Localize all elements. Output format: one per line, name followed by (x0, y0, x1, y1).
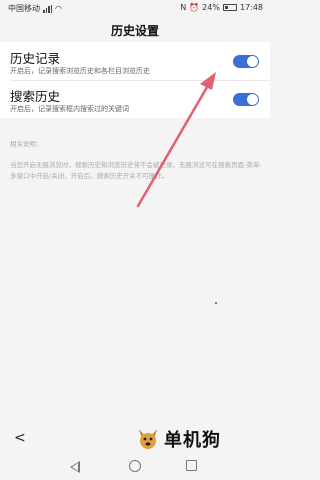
carrier-label: 中国移动 (8, 4, 40, 13)
history-toggle[interactable] (233, 55, 259, 68)
bottom-toolbar: < 单机狗 (0, 420, 270, 454)
nav-recent-apps-icon[interactable] (186, 460, 197, 471)
notes-section: 相关说明： 当您开启无痕浏览时，搜索历史和浏览历史将不会被记录。无痕浏览可在搜索… (10, 118, 265, 182)
setting-description: 开启后，记录搜索框内搜索过的关键词 (10, 105, 129, 113)
brand-text: 单机狗 (164, 430, 221, 451)
setting-description: 开启后，记录搜索浏览历史和各栏目浏览历史 (10, 67, 150, 75)
app-bar: 历史设置 (0, 16, 270, 44)
setting-row-search-history[interactable]: 搜索历史 开启后，记录搜索框内搜索过的关键词 (0, 80, 270, 118)
setting-row-history[interactable]: 历史记录 开启后，记录搜索浏览历史和各栏目浏览历史 (0, 42, 270, 81)
setting-title: 历史记录 (10, 51, 61, 66)
search-history-toggle[interactable] (233, 93, 259, 106)
back-button[interactable]: < (14, 430, 26, 446)
stray-dot (215, 302, 217, 304)
page-title: 历史设置 (110, 24, 159, 38)
nfc-icon: N (180, 3, 187, 12)
battery-icon (222, 4, 237, 11)
nav-home-icon[interactable] (129, 460, 141, 472)
toggle-knob (247, 94, 258, 105)
setting-title: 搜索历史 (10, 89, 61, 104)
nav-back-icon[interactable] (70, 461, 80, 473)
dog-logo-icon (139, 429, 157, 449)
clock-time: 17:48 (239, 3, 263, 12)
notes-title: 相关说明： (10, 140, 43, 148)
battery-percent: 24% (202, 3, 220, 12)
signal-icon (43, 4, 53, 13)
wifi-icon: ◠ (55, 4, 62, 13)
alarm-icon: ⏰ (189, 3, 200, 12)
toggle-knob (247, 56, 258, 67)
notes-body: 当您开启无痕浏览时，搜索历史和浏览历史将不会被记录。无痕浏览可在搜索页面-菜单-… (10, 161, 262, 181)
status-bar: 中国移动 ◠ N ⏰ 24% 17:48 (0, 0, 270, 16)
settings-card: 历史记录 开启后，记录搜索浏览历史和各栏目浏览历史 搜索历史 开启后，记录搜索框… (0, 42, 270, 118)
system-nav-bar (0, 454, 270, 480)
brand-watermark: 单机狗 (136, 426, 221, 452)
